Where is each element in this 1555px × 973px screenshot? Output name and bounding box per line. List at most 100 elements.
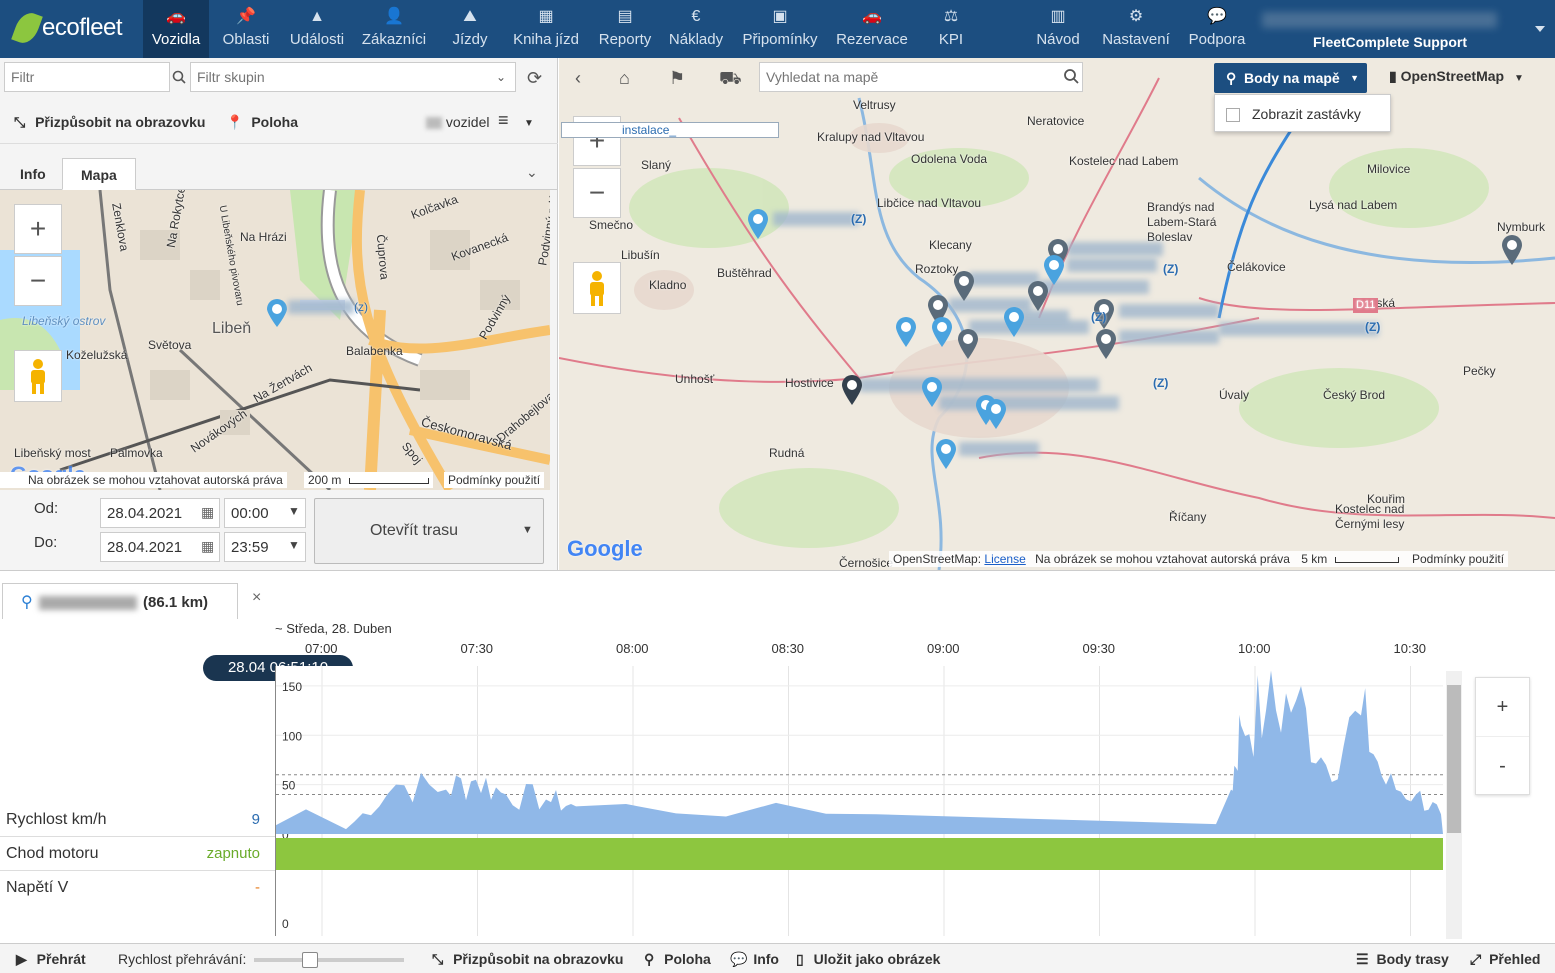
place-label: Veltrusy (853, 98, 896, 112)
calendar-icon[interactable]: ▦ (201, 538, 214, 555)
nav-label: KPI (938, 31, 964, 48)
scale-bar (348, 477, 429, 484)
vehicle-pin-icon[interactable] (935, 438, 956, 469)
speed-chart[interactable]: 150 100 50 0 0 (275, 666, 1443, 936)
row-divider (0, 836, 275, 837)
support-user-label[interactable]: FleetComplete Support (1313, 34, 1467, 50)
tab-info[interactable]: Info (2, 158, 64, 190)
playback-speed-slider[interactable] (254, 952, 404, 968)
map-points-button[interactable]: ⚲ Body na mapě ▼ (1214, 63, 1367, 93)
show-stops-checkbox[interactable] (1226, 108, 1240, 122)
vehicle-pin-icon[interactable] (957, 328, 978, 359)
zoom-out-button[interactable]: − (14, 256, 62, 306)
fit-screen-button[interactable]: ⤡ Přizpůsobit na obrazovku (14, 114, 205, 131)
map-search-input[interactable] (759, 62, 1083, 92)
to-label: Do: (34, 534, 58, 551)
nav-reporty[interactable]: ▤ Reporty (590, 0, 660, 58)
vehicle-pin-icon[interactable] (841, 374, 862, 405)
ecofleet-logo[interactable]: ecofleet (11, 8, 137, 50)
nav-oblasti[interactable]: 📌 Oblasti (222, 0, 270, 58)
terms-link[interactable]: Podmínky použití (1412, 552, 1504, 566)
position-button[interactable]: 📍 Poloha (226, 114, 298, 131)
list-menu-icon[interactable]: ≡ (498, 110, 509, 131)
vehicle-pin-icon[interactable] (1501, 234, 1522, 265)
tab-map[interactable]: Mapa (62, 158, 136, 190)
caret-down-icon[interactable]: ▼ (524, 118, 534, 129)
refresh-icon[interactable]: ⟳ (527, 68, 542, 89)
vehicle-pin-icon[interactable] (921, 376, 942, 407)
nav-label: Nastavení (1102, 31, 1170, 48)
license-link[interactable]: License (984, 552, 1025, 566)
route-points-button[interactable]: ☰ Body trasy (1356, 951, 1449, 968)
nav-vozidla[interactable]: 🚗 Vozidla (143, 0, 209, 58)
main-map[interactable]: ‹ ⌂ ⚑ ⛟ ⚲ Body na mapě ▼ ▮ OpenStreetMap… (559, 58, 1555, 570)
attribution: Na obrázek se mohou vztahovat autorská p… (0, 472, 287, 488)
vehicle-pin-icon[interactable] (931, 316, 952, 347)
collapse-chevron-icon[interactable]: ⌄ (526, 164, 538, 181)
zoom-in-button[interactable]: + (14, 204, 62, 254)
vehicle-label-blurred (1019, 310, 1069, 324)
scrollbar-thumb[interactable] (1447, 685, 1461, 833)
chevron-down-icon[interactable]: ▼ (288, 504, 300, 518)
voltage-row-value: - (255, 879, 260, 896)
vehicle-pin-icon[interactable] (266, 298, 287, 327)
chevron-down-icon[interactable]: ▼ (288, 538, 300, 552)
show-stops-label[interactable]: Zobrazit zastávky (1252, 106, 1361, 122)
vehicle-pin-icon[interactable] (1043, 254, 1064, 285)
fit-screen-button[interactable]: ⤡ Přizpůsobit na obrazovku (432, 951, 623, 968)
zoom-out-button[interactable]: − (573, 168, 621, 218)
mini-map[interactable]: Zenklova Na Rokytce Libeňský ostrov Svět… (0, 190, 550, 490)
group-filter-input[interactable] (190, 62, 516, 92)
search-icon[interactable] (1063, 68, 1079, 89)
open-route-button[interactable]: Otevřít trasu (314, 498, 544, 564)
nav-návod[interactable]: ▥ Návod (1030, 0, 1086, 58)
vehicle-filter-input[interactable] (4, 62, 170, 92)
nav-zákazníci[interactable]: 👤 Zákazníci (356, 0, 432, 58)
close-icon[interactable]: × (252, 589, 261, 607)
nav-kpi[interactable]: ⚖ KPI (926, 0, 976, 58)
nav-rezervace[interactable]: 🚗 Rezervace (830, 0, 914, 58)
place-label: Libčice nad Vltavou (877, 196, 982, 210)
nav-připomínky[interactable]: ▣ Připomínky (736, 0, 824, 58)
back-arrow-icon[interactable]: ‹ (575, 68, 581, 89)
street-view-icon[interactable] (14, 350, 62, 402)
map-provider-select[interactable]: ▮ OpenStreetMap ▼ (1389, 68, 1524, 85)
vehicle-label-blurred (939, 396, 1119, 410)
street-view-icon[interactable] (573, 262, 621, 314)
position-button[interactable]: ⚲ Poloha (644, 951, 711, 968)
nav-události[interactable]: ▲ Události (283, 0, 351, 58)
nav-podpora[interactable]: 💬 Podpora (1178, 0, 1256, 58)
vehicle-pin-icon[interactable] (953, 270, 974, 301)
home-icon[interactable]: ⌂ (619, 68, 630, 89)
location-pin-icon: 📍 (226, 114, 244, 130)
vehicle-pin-icon[interactable] (985, 398, 1006, 429)
nav-jízdy[interactable]: ⛰ Jízdy (443, 0, 497, 58)
flag-icon[interactable]: ⚑ (669, 68, 685, 89)
chart-zoom-in-button[interactable]: + (1476, 678, 1529, 736)
slider-handle[interactable] (302, 952, 318, 968)
vehicle-pin-icon[interactable] (1027, 280, 1048, 311)
double-chevron-down-icon[interactable]: ⌄ (496, 70, 506, 84)
user-menu-chevron-icon[interactable] (1535, 26, 1545, 32)
speed-series-area (276, 670, 1443, 834)
overview-button[interactable]: ⤢ Přehled (1470, 951, 1540, 968)
save-image-button[interactable]: ▯ Uložit jako obrázek (796, 951, 940, 968)
nav-nastavení[interactable]: ⚙ Nastavení (1094, 0, 1178, 58)
terms-link[interactable]: Podmínky použití (444, 472, 545, 488)
search-icon[interactable] (172, 70, 186, 88)
vehicle-pin-icon[interactable] (747, 208, 768, 239)
time-tick-label: 09:00 (927, 641, 960, 656)
vehicle-pin-icon[interactable] (1003, 306, 1024, 337)
calendar-icon[interactable]: ▦ (201, 504, 214, 521)
vehicle-pin-icon[interactable] (1095, 328, 1116, 359)
nav-kniha-jízd[interactable]: ▦ Kniha jízd (506, 0, 586, 58)
vehicle-pin-icon[interactable] (895, 316, 916, 347)
chart-zoom-out-button[interactable]: - (1476, 736, 1529, 794)
play-button[interactable]: ▶ Přehrát (16, 951, 86, 968)
truck-icon[interactable]: ⛟ (719, 68, 742, 92)
chart-scrollbar[interactable] (1446, 671, 1462, 939)
info-button[interactable]: 💬 Info (730, 951, 779, 968)
trip-tab[interactable]: ⚲ (86.1 km) (2, 583, 238, 619)
nav-náklady[interactable]: € Náklady (664, 0, 728, 58)
open-route-caret-icon[interactable]: ▼ (522, 524, 533, 536)
